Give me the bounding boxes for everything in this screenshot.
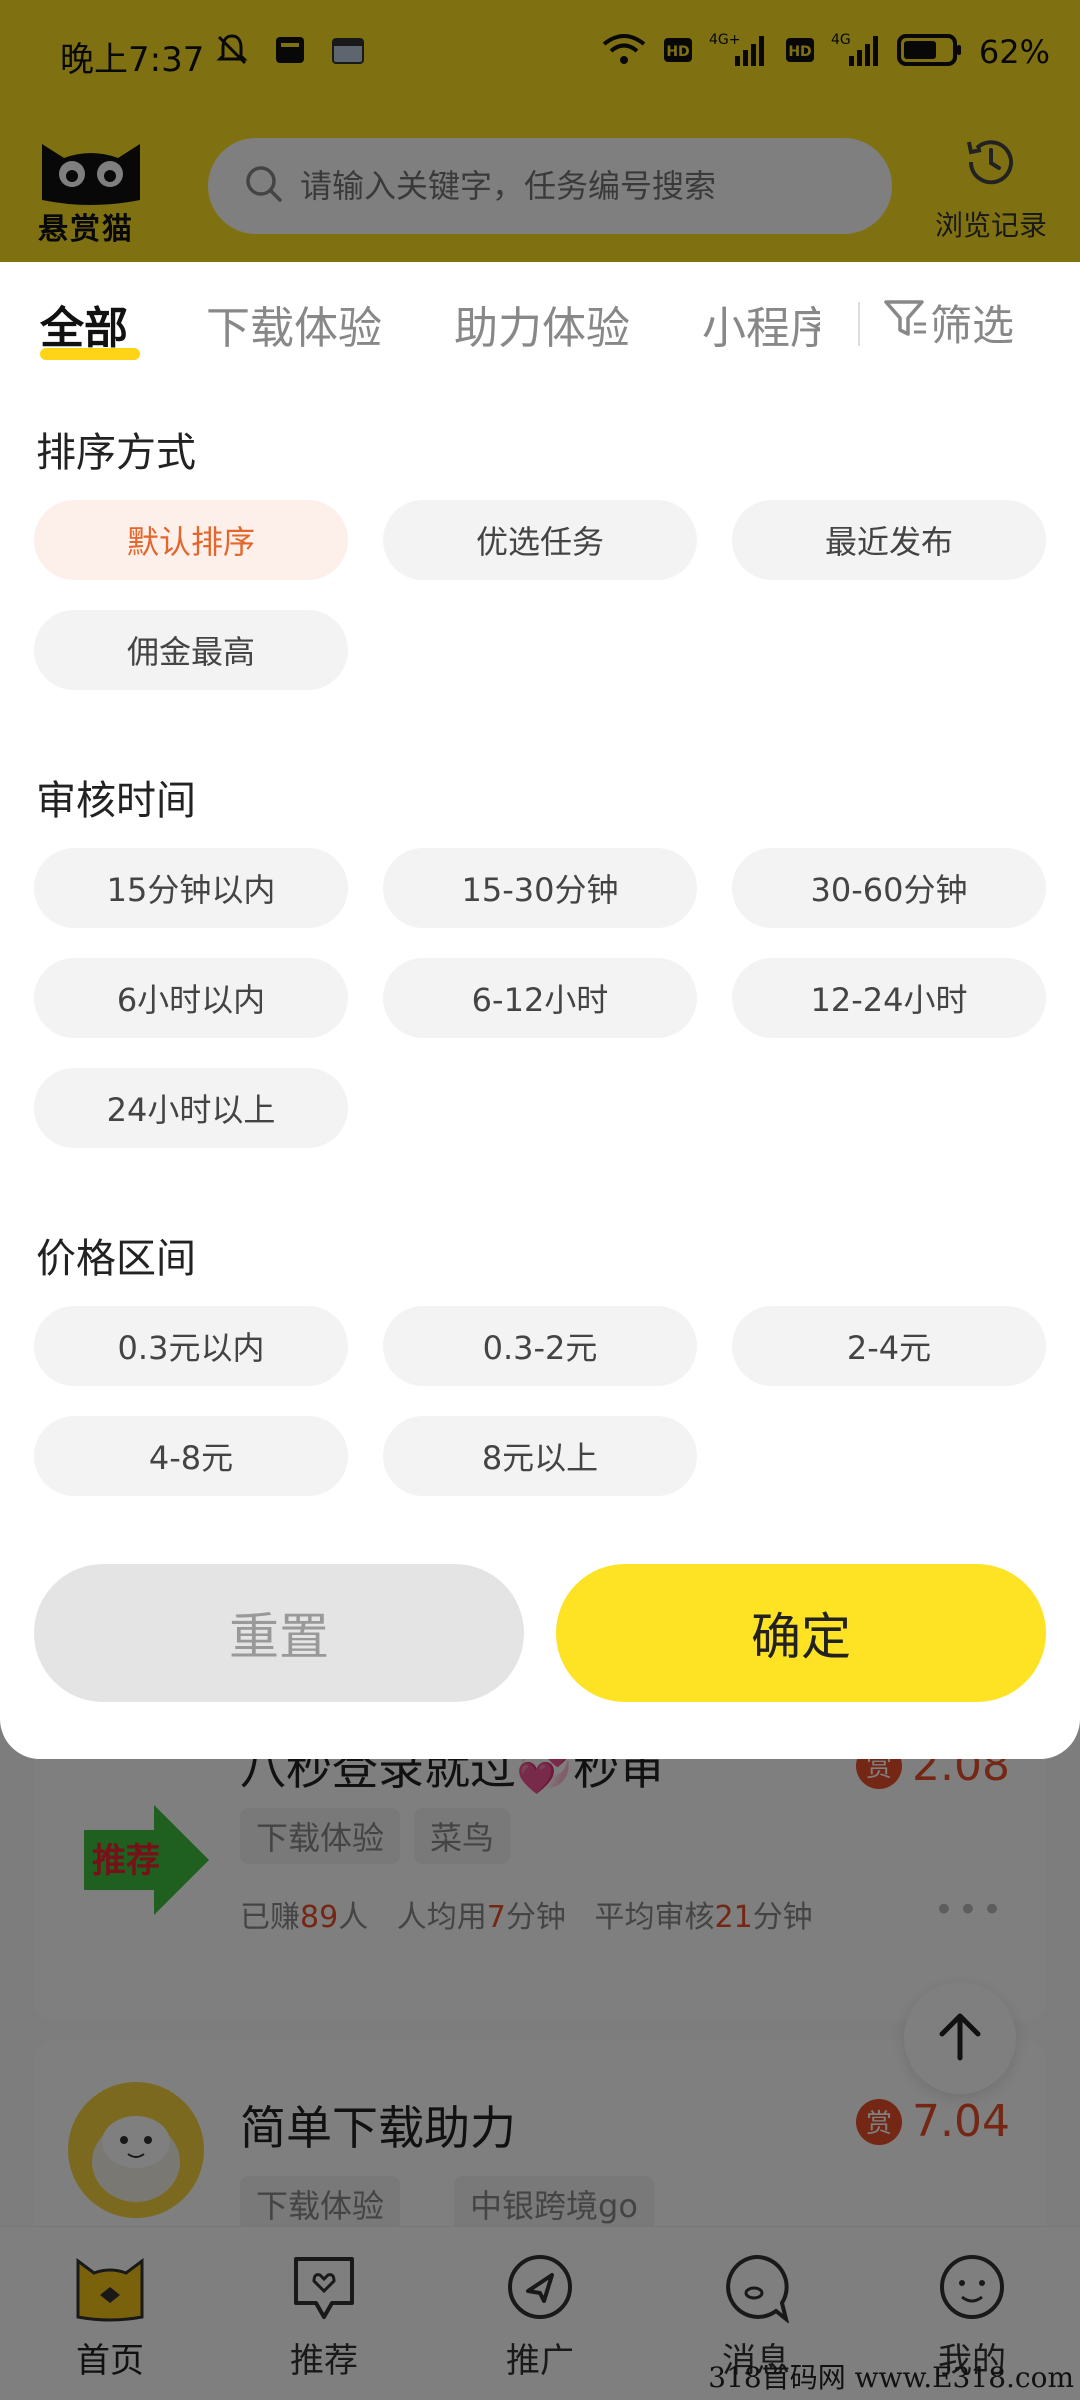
filter-label: 筛选 bbox=[930, 301, 1015, 350]
arrow-up-icon bbox=[930, 2006, 990, 2070]
task-title: 简单下载助力 bbox=[240, 2101, 516, 2155]
price-range-section-title: 价格区间 bbox=[36, 1236, 196, 1282]
reward-badge-icon: 赏 bbox=[856, 2098, 903, 2145]
recommend-icon bbox=[284, 2257, 364, 2327]
sort-option-recent[interactable]: 最近发布 bbox=[732, 500, 1046, 580]
task-tag: 下载体验 bbox=[240, 1808, 401, 1864]
more-options-icon[interactable]: ••• bbox=[934, 1890, 1006, 1930]
search-bar[interactable] bbox=[208, 138, 892, 234]
message-icon bbox=[716, 2254, 796, 2327]
status-right-icons: HD 4G+ HD 4G 62% bbox=[601, 30, 1050, 74]
review-time-option[interactable]: 6-12小时 bbox=[383, 958, 697, 1038]
tab-assist[interactable]: 助力体验 bbox=[454, 292, 630, 356]
search-icon bbox=[244, 164, 284, 208]
nav-promote[interactable]: 推广 bbox=[460, 2251, 620, 2382]
filter-button[interactable]: 筛选 bbox=[882, 292, 1014, 353]
task-price-value: 7.04 bbox=[912, 2096, 1010, 2147]
svg-text:HD: HD bbox=[788, 44, 811, 60]
mute-bell-icon bbox=[212, 30, 252, 70]
svg-text:推荐: 推荐 bbox=[92, 1841, 160, 1881]
tab-separator bbox=[858, 302, 860, 346]
sort-section-title: 排序方式 bbox=[36, 430, 196, 476]
tab-download[interactable]: 下载体验 bbox=[206, 292, 382, 356]
svg-text:HD: HD bbox=[666, 44, 689, 60]
signal-icon-2: 4G bbox=[831, 30, 881, 74]
price-range-option[interactable]: 0.3-2元 bbox=[383, 1306, 697, 1386]
status-time: 晚上7:37 bbox=[60, 40, 205, 80]
nav-label: 推荐 bbox=[290, 2341, 358, 2381]
logo-text: 悬赏猫 bbox=[38, 212, 134, 247]
filter-icon bbox=[882, 296, 930, 350]
svg-text:4G: 4G bbox=[831, 32, 851, 48]
signal-icon-1: 4G+ bbox=[709, 30, 769, 74]
filter-sheet: 全部 下载体验 助力体验 小程序 筛选 排序方式 默认排序 优选任务 最近发布 … bbox=[0, 262, 1080, 1759]
battery-percent: 62% bbox=[978, 33, 1050, 71]
task-list: 推荐 八秒登录就过💞秒审 赏 2.08 下载体验 菜鸟 已赚89人 人均用7分钟… bbox=[0, 1700, 1080, 2260]
price-range-option[interactable]: 0.3元以内 bbox=[34, 1306, 348, 1386]
hd-icon-2: HD bbox=[785, 35, 815, 69]
nav-home[interactable]: 首页 bbox=[30, 2251, 190, 2382]
task-avatar bbox=[68, 2082, 204, 2218]
history-label: 浏览记录 bbox=[934, 209, 1047, 242]
task-card[interactable]: 推荐 八秒登录就过💞秒审 赏 2.08 下载体验 菜鸟 已赚89人 人均用7分钟… bbox=[34, 1740, 1046, 2020]
task-tag: 下载体验 bbox=[240, 2176, 401, 2232]
review-time-option[interactable]: 15-30分钟 bbox=[383, 848, 697, 928]
price-range-option[interactable]: 4-8元 bbox=[34, 1416, 348, 1496]
reset-button[interactable]: 重置 bbox=[34, 1564, 524, 1702]
nav-recommend[interactable]: 推荐 bbox=[244, 2251, 404, 2382]
scroll-to-top-button[interactable] bbox=[904, 1982, 1016, 2094]
review-time-option[interactable]: 15分钟以内 bbox=[34, 848, 348, 928]
recommend-badge: 推荐 bbox=[74, 1800, 214, 1920]
hd-icon: HD bbox=[663, 35, 693, 69]
tab-mini-program[interactable]: 小程序 bbox=[702, 292, 820, 356]
home-cat-icon bbox=[70, 2258, 150, 2327]
task-tag: 中银跨境go bbox=[454, 2176, 654, 2232]
sort-option-preferred[interactable]: 优选任务 bbox=[383, 500, 697, 580]
task-stats: 已赚89人 人均用7分钟 平均审核21分钟 bbox=[240, 1900, 813, 1935]
category-tabs: 全部 下载体验 助力体验 小程序 筛选 bbox=[0, 262, 1080, 384]
confirm-button[interactable]: 确定 bbox=[556, 1564, 1046, 1702]
price-range-option[interactable]: 8元以上 bbox=[383, 1416, 697, 1496]
battery-icon bbox=[896, 33, 963, 71]
price-range-option[interactable]: 2-4元 bbox=[732, 1306, 1046, 1386]
status-bar: 晚上7:37 HD 4G+ HD 4G 62% bbox=[0, 0, 1080, 110]
tab-all[interactable]: 全部 bbox=[40, 292, 128, 356]
review-time-option[interactable]: 12-24小时 bbox=[732, 958, 1046, 1038]
video-notification-icon bbox=[328, 30, 368, 70]
review-time-option[interactable]: 30-60分钟 bbox=[732, 848, 1046, 928]
sort-option-highest-commission[interactable]: 佣金最高 bbox=[34, 610, 348, 690]
status-notification-icons bbox=[212, 30, 368, 70]
app-notification-icon bbox=[270, 30, 310, 70]
review-time-option[interactable]: 24小时以上 bbox=[34, 1068, 348, 1148]
watermark: 318首码网 www.E318.com bbox=[708, 2361, 1074, 2394]
nav-label: 首页 bbox=[76, 2341, 144, 2381]
wifi-icon bbox=[601, 32, 647, 72]
promote-icon bbox=[500, 2255, 580, 2327]
profile-icon bbox=[932, 2255, 1012, 2327]
review-time-section-title: 审核时间 bbox=[36, 778, 196, 824]
task-tag: 菜鸟 bbox=[414, 1808, 511, 1864]
task-price: 赏 7.04 bbox=[856, 2096, 1010, 2147]
search-input[interactable] bbox=[298, 166, 858, 206]
svg-text:4G+: 4G+ bbox=[709, 32, 741, 48]
nav-label: 推广 bbox=[506, 2341, 574, 2381]
app-header: 晚上7:37 HD 4G+ HD 4G 62% 悬赏猫 请输入关键字，任务编号搜… bbox=[0, 0, 1080, 268]
review-time-option[interactable]: 6小时以内 bbox=[34, 958, 348, 1038]
sort-option-default[interactable]: 默认排序 bbox=[34, 500, 348, 580]
browse-history-button[interactable]: 浏览记录 bbox=[916, 130, 1066, 250]
history-icon bbox=[959, 140, 1023, 198]
